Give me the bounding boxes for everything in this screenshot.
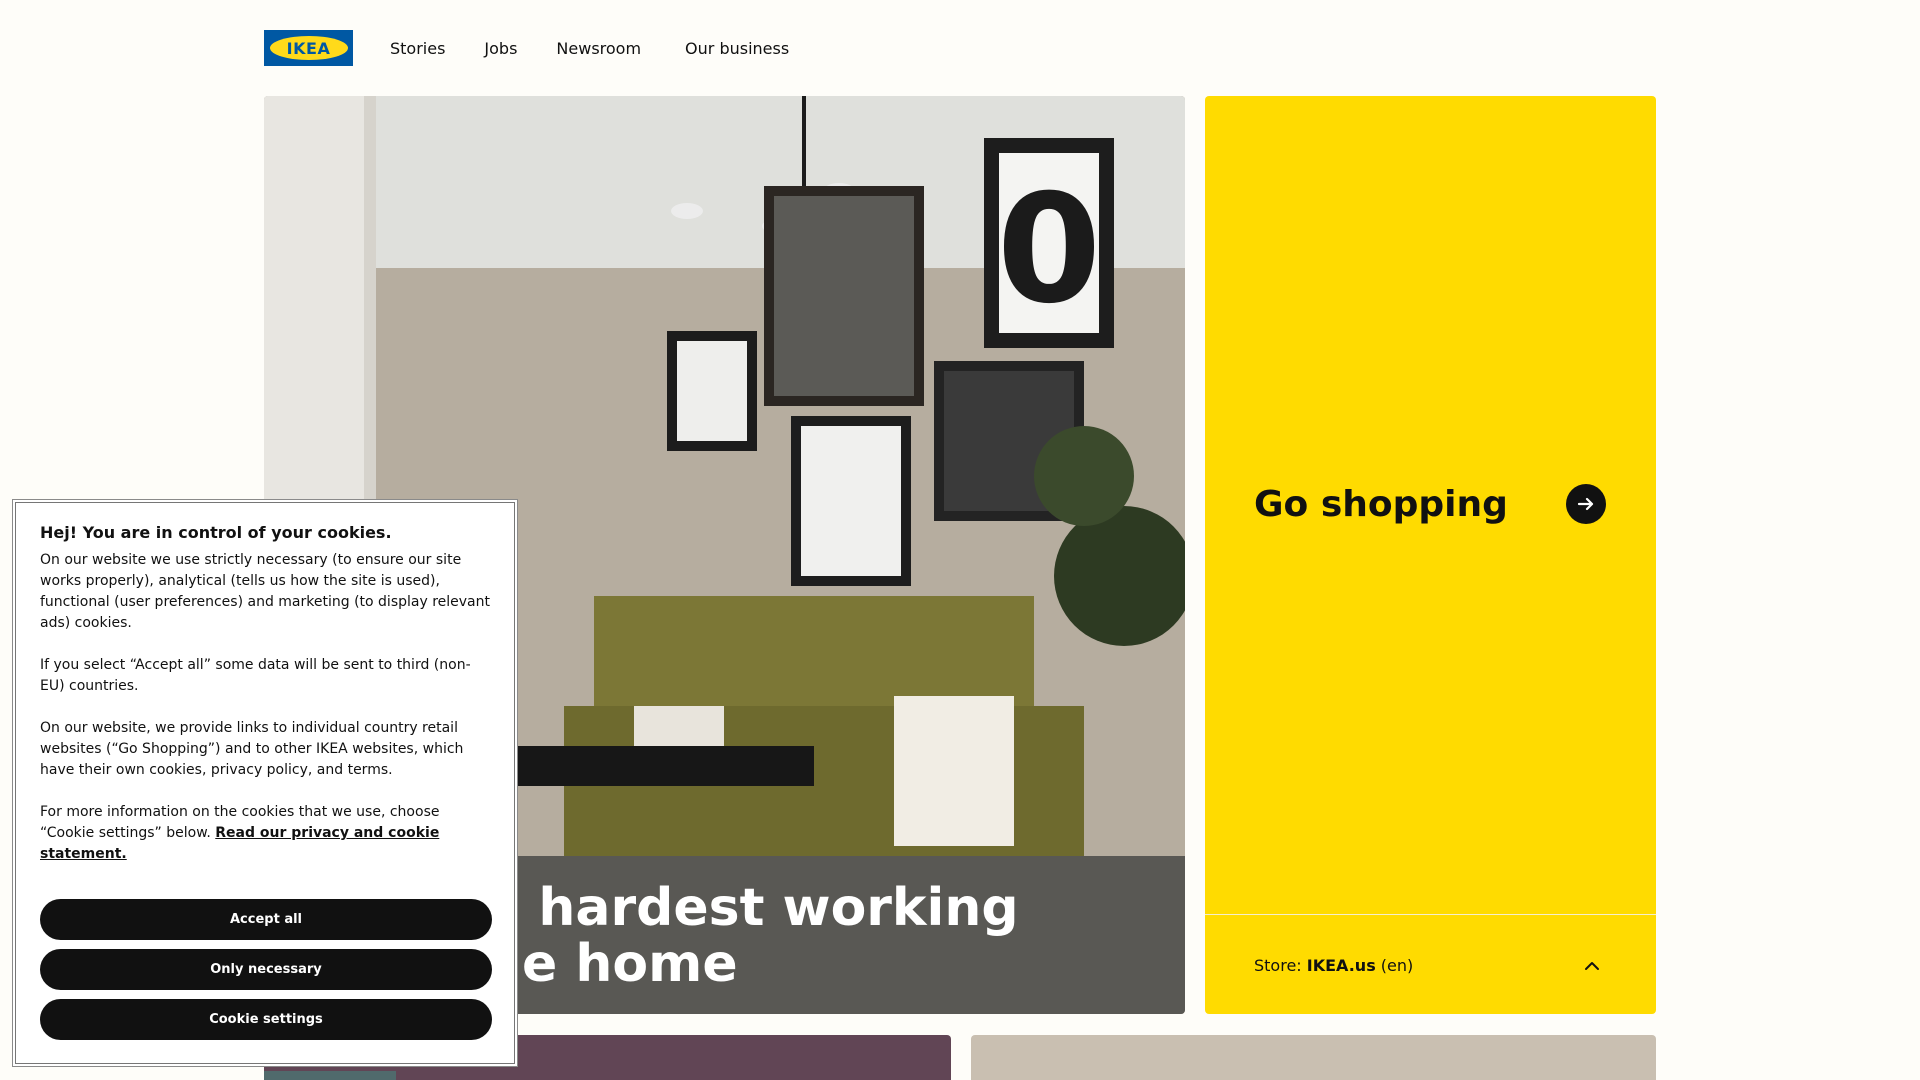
nav-jobs[interactable]: Jobs — [484, 39, 517, 58]
hero-title-line1: e hardest working — [485, 878, 1019, 938]
arrow-right-button[interactable] — [1566, 484, 1606, 524]
card-divider — [1205, 914, 1656, 915]
store-prefix: Store: — [1254, 956, 1307, 975]
go-shopping-card[interactable]: Go shopping Store: IKEA.us (en) — [1205, 96, 1656, 1014]
ikea-logo[interactable]: IKEA — [264, 30, 353, 66]
store-selector-label[interactable]: Store: IKEA.us (en) — [1254, 956, 1413, 975]
cookie-title: Hej! You are in control of your cookies. — [40, 523, 392, 542]
go-shopping-title: Go shopping — [1254, 484, 1508, 525]
cookie-paragraph-2: If you select “Accept all” some data wil… — [40, 657, 471, 694]
nav-stories[interactable]: Stories — [390, 39, 445, 58]
hero-title-line2: he home — [485, 934, 738, 994]
hero-title[interactable]: e hardest working he home — [485, 880, 1145, 992]
only-necessary-button[interactable]: Only necessary — [40, 949, 492, 990]
main-nav: Stories Jobs Newsroom Our business — [390, 39, 828, 58]
nav-our-business[interactable]: Our business — [685, 39, 789, 58]
story-card-beige[interactable] — [971, 1035, 1656, 1080]
svg-text:0: 0 — [997, 163, 1101, 337]
cookie-content: Hej! You are in control of your cookies.… — [40, 523, 492, 886]
nav-newsroom[interactable]: Newsroom — [556, 39, 641, 58]
site-header: IKEA Stories Jobs Newsroom Our business — [264, 30, 828, 66]
cookie-paragraph-4: For more information on the cookies that… — [40, 802, 492, 865]
cookie-consent-dialog: Hej! You are in control of your cookies.… — [13, 500, 517, 1066]
store-name: IKEA.us — [1306, 956, 1376, 975]
store-language: (en) — [1375, 956, 1414, 975]
accept-all-button[interactable]: Accept all — [40, 899, 492, 940]
logo-oval: IKEA — [269, 36, 348, 60]
card-accent — [264, 1071, 396, 1080]
cookie-paragraph-3: On our website, we provide links to indi… — [40, 720, 464, 778]
cookie-paragraph-1: On our website we use strictly necessary… — [40, 552, 490, 631]
arrow-right-icon — [1577, 497, 1594, 511]
cookie-settings-button[interactable]: Cookie settings — [40, 999, 492, 1040]
logo-text: IKEA — [286, 38, 331, 58]
chevron-up-icon[interactable] — [1580, 954, 1604, 978]
